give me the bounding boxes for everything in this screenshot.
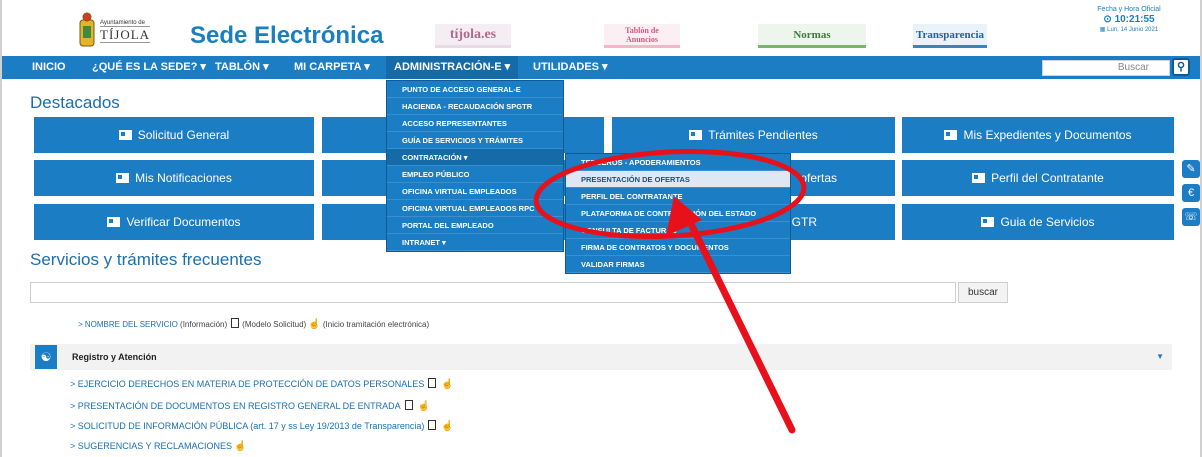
nav-administracion-e[interactable]: ADMINISTRACIÓN-E ▾ <box>386 56 519 79</box>
nav-que-es-la-sede[interactable]: ¿QUÉ ES LA SEDE? ▾ <box>92 56 206 79</box>
menu-intranet[interactable]: INTRANET ▾ <box>387 234 563 251</box>
submenu-consulta-facturas[interactable]: CONSULTA DE FACTURAS <box>566 222 790 239</box>
submenu-firma-contratos[interactable]: FIRMA DE CONTRATOS Y DOCUMENTOS <box>566 239 790 256</box>
service-row[interactable]: > SUGERENCIAS Y RECLAMACIONES ☝ <box>70 441 246 452</box>
clock-label: Fecha y Hora Oficial <box>1097 6 1161 13</box>
euro-icon[interactable]: € <box>1182 184 1200 202</box>
clock-time: ⊙ 10:21:55 <box>1103 14 1155 25</box>
menu-hacienda[interactable]: HACIENDA - RECAUDACIÓN SPGTR <box>387 98 563 115</box>
tile-label: Solicitud General <box>137 128 230 142</box>
service-link[interactable]: > SUGERENCIAS Y RECLAMACIONES <box>70 441 232 451</box>
service-row[interactable]: > PRESENTACIÓN DE DOCUMENTOS EN REGISTRO… <box>70 400 430 412</box>
menu-oficina-virtual-rpc[interactable]: OFICINA VIRTUAL EMPLEADOS RPC <box>387 200 563 217</box>
search-input[interactable]: Buscar <box>1042 60 1170 76</box>
service-link[interactable]: > SOLICITUD DE INFORMACIÓN PÚBLICA (art.… <box>70 421 424 431</box>
document-icon <box>231 318 240 328</box>
hand-pointer-icon[interactable]: ☝ <box>234 441 246 452</box>
buscar-button[interactable]: buscar <box>958 282 1008 303</box>
category-registro[interactable]: ☯ Registro y Atención ▼ <box>30 344 1172 370</box>
nav-mi-carpeta[interactable]: MI CARPETA ▾ <box>294 56 370 79</box>
nav-tablon[interactable]: TABLÓN ▾ <box>215 56 269 79</box>
clock-date: ▦ Lun, 14 Junio 2021 <box>1099 27 1159 33</box>
servicios-title: Servicios y trámites frecuentes <box>30 250 262 269</box>
document-icon[interactable] <box>428 420 437 430</box>
tijola-link[interactable]: tíjola.es <box>435 24 511 48</box>
legend-info: (Información) <box>180 320 228 329</box>
services-legend: > NOMBRE DEL SERVICIO (Información) (Mode… <box>78 318 429 330</box>
tile-solicitud-general[interactable]: Solicitud General <box>34 117 314 153</box>
tile-mis-expedientes[interactable]: Mis Expedientes y Documentos <box>902 117 1174 153</box>
main-nav: INICIO ¿QUÉ ES LA SEDE? ▾ TABLÓN ▾ MI CA… <box>2 56 1200 79</box>
card-icon <box>118 130 132 140</box>
menu-oficina-virtual[interactable]: OFICINA VIRTUAL EMPLEADOS <box>387 183 563 200</box>
service-row[interactable]: > SOLICITUD DE INFORMACIÓN PÚBLICA (art.… <box>70 420 454 432</box>
logo-name: TÍJOLA <box>100 26 151 43</box>
card-icon <box>944 130 958 140</box>
site-title[interactable]: Sede Electrónica <box>190 22 383 50</box>
card-icon <box>972 173 986 183</box>
side-tool-icon[interactable]: ✎ <box>1182 160 1200 178</box>
tile-perfil-contratante[interactable]: Perfil del Contratante <box>902 160 1174 196</box>
submenu-validar-firmas[interactable]: VALIDAR FIRMAS <box>566 256 790 273</box>
chevron-down-icon[interactable]: ▼ <box>1156 352 1164 361</box>
crest-icon <box>79 12 95 47</box>
tile-label: Trámites Pendientes <box>708 128 818 142</box>
nav-utilidades[interactable]: UTILIDADES ▾ <box>533 56 608 79</box>
tile-label: GTR <box>791 215 817 229</box>
normas-link[interactable]: Normas <box>758 24 866 48</box>
support-icon[interactable]: ☏ <box>1182 208 1200 226</box>
hand-pointer-icon[interactable]: ☝ <box>418 401 430 412</box>
official-clock: Fecha y Hora Oficial ⊙ 10:21:55 ▦ Lun, 1… <box>1089 6 1169 33</box>
submenu-perfil-contratante[interactable]: PERFIL DEL CONTRATANTE <box>566 188 790 205</box>
card-icon <box>107 217 121 227</box>
tablon-link[interactable]: Tablón de Anuncios <box>604 24 680 48</box>
handshake-icon: ☯ <box>35 345 57 369</box>
tile-tramites-pendientes[interactable]: Trámites Pendientes <box>612 117 895 153</box>
document-icon[interactable] <box>428 378 437 388</box>
legend-inicio: (Inicio tramitación electrónica) <box>322 320 430 329</box>
card-icon <box>689 130 703 140</box>
destacados-title: Destacados <box>30 93 120 112</box>
submenu-terceros[interactable]: TERCEROS - APODERAMIENTOS <box>566 154 790 171</box>
category-title: Registro y Atención <box>72 352 157 362</box>
menu-punto-acceso[interactable]: PUNTO DE ACCESO GENERAL-E <box>387 81 563 98</box>
hand-pointer-icon[interactable]: ☝ <box>441 379 453 390</box>
card-icon <box>981 217 995 227</box>
legend-modelo: (Modelo Solicitud) <box>242 320 307 329</box>
service-link[interactable]: > EJERCICIO DERECHOS EN MATERIA DE PROTE… <box>70 379 424 389</box>
legend-service-link[interactable]: > NOMBRE DEL SERVICIO <box>78 320 178 329</box>
tile-label: Perfil del Contratante <box>991 171 1104 185</box>
municipality-logo[interactable]: Ayuntamiento de TÍJOLA <box>64 12 154 52</box>
service-link[interactable]: > PRESENTACIÓN DE DOCUMENTOS EN REGISTRO… <box>70 401 401 411</box>
document-icon[interactable] <box>404 400 413 410</box>
tile-label: Guia de Servicios <box>1000 215 1095 229</box>
nav-inicio[interactable]: INICIO <box>32 56 66 79</box>
tile-mis-notificaciones[interactable]: Mis Notificaciones <box>34 160 314 196</box>
tile-guia-servicios[interactable]: Guia de Servicios <box>902 204 1174 240</box>
administracion-dropdown: PUNTO DE ACCESO GENERAL-E HACIENDA - REC… <box>386 80 564 252</box>
tile-label: Verificar Documentos <box>126 215 241 229</box>
submenu-presentacion-ofertas[interactable]: PRESENTACIÓN DE OFERTAS <box>566 171 790 188</box>
servicios-search-input[interactable] <box>30 282 956 303</box>
menu-portal-empleado[interactable]: PORTAL DEL EMPLEADO <box>387 217 563 234</box>
transparencia-link[interactable]: Transparencia <box>913 24 987 48</box>
service-row[interactable]: > EJERCICIO DERECHOS EN MATERIA DE PROTE… <box>70 378 454 390</box>
page: Ayuntamiento de TÍJOLA Sede Electrónica … <box>0 0 1202 457</box>
submenu-plataforma-contratacion[interactable]: PLATAFORMA DE CONTRATACIÓN DEL ESTADO <box>566 205 790 222</box>
menu-guia-servicios[interactable]: GUÍA DE SERVICIOS Y TRÁMITES <box>387 132 563 149</box>
tile-verificar-documentos[interactable]: Verificar Documentos <box>34 204 314 240</box>
tile-label: ofertas <box>800 171 837 185</box>
contratacion-submenu: TERCEROS - APODERAMIENTOS PRESENTACIÓN D… <box>565 153 791 274</box>
hand-pointer-icon[interactable]: ☝ <box>441 421 453 432</box>
menu-empleo-publico[interactable]: EMPLEO PÚBLICO <box>387 166 563 183</box>
header: Ayuntamiento de TÍJOLA Sede Electrónica … <box>2 0 1200 54</box>
menu-acceso-representantes[interactable]: ACCESO REPRESENTANTES <box>387 115 563 132</box>
hand-pointer-icon: ☝ <box>308 319 321 330</box>
card-icon <box>116 173 130 183</box>
tile-label: Mis Notificaciones <box>135 171 232 185</box>
tile-label: Mis Expedientes y Documentos <box>963 128 1132 142</box>
menu-contratacion[interactable]: CONTRATACIÓN ▾ <box>387 149 563 166</box>
search-icon[interactable]: ⚲ <box>1172 58 1190 76</box>
